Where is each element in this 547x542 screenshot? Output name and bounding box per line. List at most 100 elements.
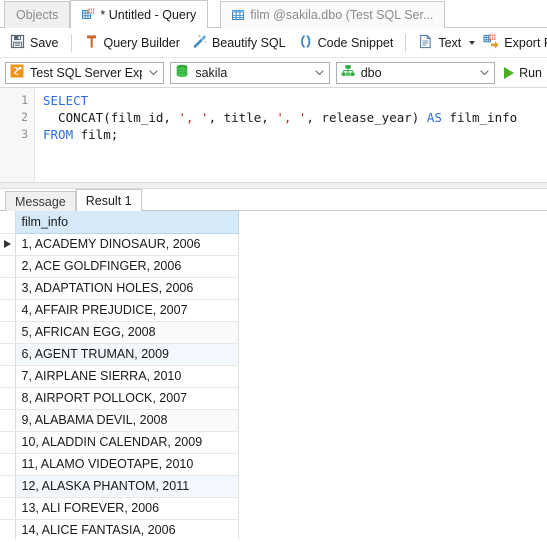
floppy-disk-icon (10, 34, 25, 52)
schema-icon (341, 64, 355, 81)
result-grid-container[interactable]: film_info 1, ACADEMY DINOSAUR, 2006 2, AC… (0, 211, 547, 539)
play-triangle-icon (504, 66, 515, 79)
connection-bar: Test SQL Server Expres sakila (0, 58, 547, 88)
sql-text: film; (73, 127, 119, 142)
table-row[interactable]: 1, ACADEMY DINOSAUR, 2006 (0, 233, 239, 256)
schema-value: dbo (360, 65, 382, 80)
table-row[interactable]: 7, AIRPLANE SIERRA, 2010 (0, 365, 239, 388)
row-indicator-cell[interactable] (0, 365, 16, 388)
server-selector[interactable]: Test SQL Server Expres (5, 61, 165, 84)
server-value: Test SQL Server Expres (30, 65, 142, 80)
export-result-button[interactable]: Export Result (477, 31, 547, 55)
sql-string: ', ' (178, 110, 209, 125)
table-row[interactable]: 2, ACE GOLDFINGER, 2006 (0, 255, 239, 278)
table-row[interactable]: 12, ALASKA PHANTOM, 2011 (0, 475, 239, 498)
cell-film-info[interactable]: 12, ALASKA PHANTOM, 2011 (15, 475, 239, 498)
hammer-icon (84, 34, 99, 52)
cell-film-info[interactable]: 11, ALAMO VIDEOTAPE, 2010 (15, 453, 239, 476)
result-tab-strip: Message Result 1 (0, 189, 547, 211)
result-grid: film_info 1, ACADEMY DINOSAUR, 2006 2, AC… (0, 211, 239, 539)
tab-film-table-label: film @sakila.dbo (Test SQL Ser... (250, 8, 434, 22)
row-indicator-cell[interactable] (0, 453, 16, 476)
sql-server-icon (10, 64, 24, 81)
row-indicator-header[interactable] (0, 211, 16, 234)
row-indicator-cell[interactable] (0, 277, 16, 300)
row-indicator-cell[interactable] (0, 497, 16, 520)
row-indicator-cell[interactable] (0, 233, 16, 256)
export-result-label: Export Result (504, 35, 547, 50)
table-row[interactable]: 4, AFFAIR PREJUDICE, 2007 (0, 299, 239, 322)
sql-code-line: CONCAT(film_id, ', ', title, ', ', relea… (43, 109, 547, 126)
main-toolbar: Save Query Builder Beautify SQL Code Sni… (0, 28, 547, 58)
cell-film-info[interactable]: 13, ALI FOREVER, 2006 (15, 497, 239, 520)
caret-down-icon[interactable] (469, 40, 476, 45)
horizontal-splitter[interactable] (0, 182, 547, 189)
row-indicator-cell[interactable] (0, 431, 16, 454)
query-builder-button[interactable]: Query Builder (78, 31, 186, 55)
result-grid-body: 1, ACADEMY DINOSAUR, 2006 2, ACE GOLDFING… (0, 233, 239, 539)
code-snippet-button[interactable]: Code Snippet (292, 31, 400, 55)
table-row[interactable]: 9, ALABAMA DEVIL, 2008 (0, 409, 239, 432)
cell-film-info[interactable]: 2, ACE GOLDFINGER, 2006 (15, 255, 239, 278)
table-row[interactable]: 14, ALICE FANTASIA, 2006 (0, 519, 239, 539)
table-row[interactable]: 5, AFRICAN EGG, 2008 (0, 321, 239, 344)
sql-code-line: FROM film; (43, 126, 547, 143)
sql-text: CONCAT(film_id, (43, 110, 179, 125)
sql-editor[interactable]: 1 2 3 SELECT CONCAT(film_id, ', ', title… (0, 88, 547, 182)
tab-objects[interactable]: Objects (4, 1, 71, 28)
tab-film-table[interactable]: film @sakila.dbo (Test SQL Ser... (220, 1, 446, 28)
row-indicator-cell[interactable] (0, 387, 16, 410)
export-grid-icon (483, 34, 499, 52)
cell-film-info[interactable]: 6, AGENT TRUMAN, 2009 (15, 343, 239, 366)
cell-film-info[interactable]: 9, ALABAMA DEVIL, 2008 (15, 409, 239, 432)
table-row[interactable]: 3, ADAPTATION HOLES, 2006 (0, 277, 239, 300)
line-number: 3 (21, 127, 28, 141)
toolbar-separator-1 (70, 33, 72, 52)
toolbar-separator-2 (405, 33, 407, 52)
code-snippet-label: Code Snippet (317, 35, 394, 50)
cell-film-info[interactable]: 1, ACADEMY DINOSAUR, 2006 (15, 233, 239, 256)
database-selector[interactable]: sakila (170, 61, 330, 84)
table-row[interactable]: 10, ALADDIN CALENDAR, 2009 (0, 431, 239, 454)
save-button[interactable]: Save (4, 31, 65, 55)
row-indicator-cell[interactable] (0, 343, 16, 366)
column-header-film-info[interactable]: film_info (15, 211, 239, 234)
text-format-label: Text (438, 35, 462, 50)
table-row[interactable]: 11, ALAMO VIDEOTAPE, 2010 (0, 453, 239, 476)
sql-keyword: FROM (43, 127, 74, 142)
cell-film-info[interactable]: 7, AIRPLANE SIERRA, 2010 (15, 365, 239, 388)
cell-film-info[interactable]: 3, ADAPTATION HOLES, 2006 (15, 277, 239, 300)
cell-film-info[interactable]: 4, AFFAIR PREJUDICE, 2007 (15, 299, 239, 322)
table-row[interactable]: 8, AIRPORT POLLOCK, 2007 (0, 387, 239, 410)
sql-keyword: SELECT (43, 93, 89, 108)
table-row[interactable]: 13, ALI FOREVER, 2006 (0, 497, 239, 520)
row-indicator-cell[interactable] (0, 475, 16, 498)
tab-message[interactable]: Message (5, 191, 76, 211)
cell-film-info[interactable]: 10, ALADDIN CALENDAR, 2009 (15, 431, 239, 454)
tab-untitled-query[interactable]: * Untitled - Query (70, 0, 209, 28)
main-tab-strip: Objects * Untitled - Query film @sakila.… (0, 0, 547, 28)
text-format-button[interactable]: Text (412, 31, 477, 55)
schema-selector[interactable]: dbo (335, 61, 496, 84)
table-grid-blue-icon (232, 9, 245, 22)
row-indicator-cell[interactable] (0, 519, 16, 539)
row-indicator-cell[interactable] (0, 321, 16, 344)
chevron-down-icon[interactable] (314, 67, 325, 78)
tab-objects-label: Objects (16, 8, 59, 22)
magic-wand-icon (192, 34, 207, 52)
run-button[interactable]: Run (501, 66, 542, 80)
sql-text: , release_year) (306, 110, 427, 125)
row-indicator-cell[interactable] (0, 255, 16, 278)
tab-result-1[interactable]: Result 1 (75, 189, 142, 211)
cell-film-info[interactable]: 5, AFRICAN EGG, 2008 (15, 321, 239, 344)
sql-code-area[interactable]: SELECT CONCAT(film_id, ', ', title, ', '… (35, 88, 547, 182)
table-row[interactable]: 6, AGENT TRUMAN, 2009 (0, 343, 239, 366)
chevron-down-icon[interactable] (479, 67, 490, 78)
chevron-down-icon[interactable] (148, 67, 159, 78)
row-indicator-cell[interactable] (0, 299, 16, 322)
cell-film-info[interactable]: 8, AIRPORT POLLOCK, 2007 (15, 387, 239, 410)
row-indicator-cell[interactable] (0, 409, 16, 432)
beautify-sql-button[interactable]: Beautify SQL (186, 31, 292, 55)
cell-film-info[interactable]: 14, ALICE FANTASIA, 2006 (15, 519, 239, 539)
result-grid-header: film_info (0, 211, 239, 234)
